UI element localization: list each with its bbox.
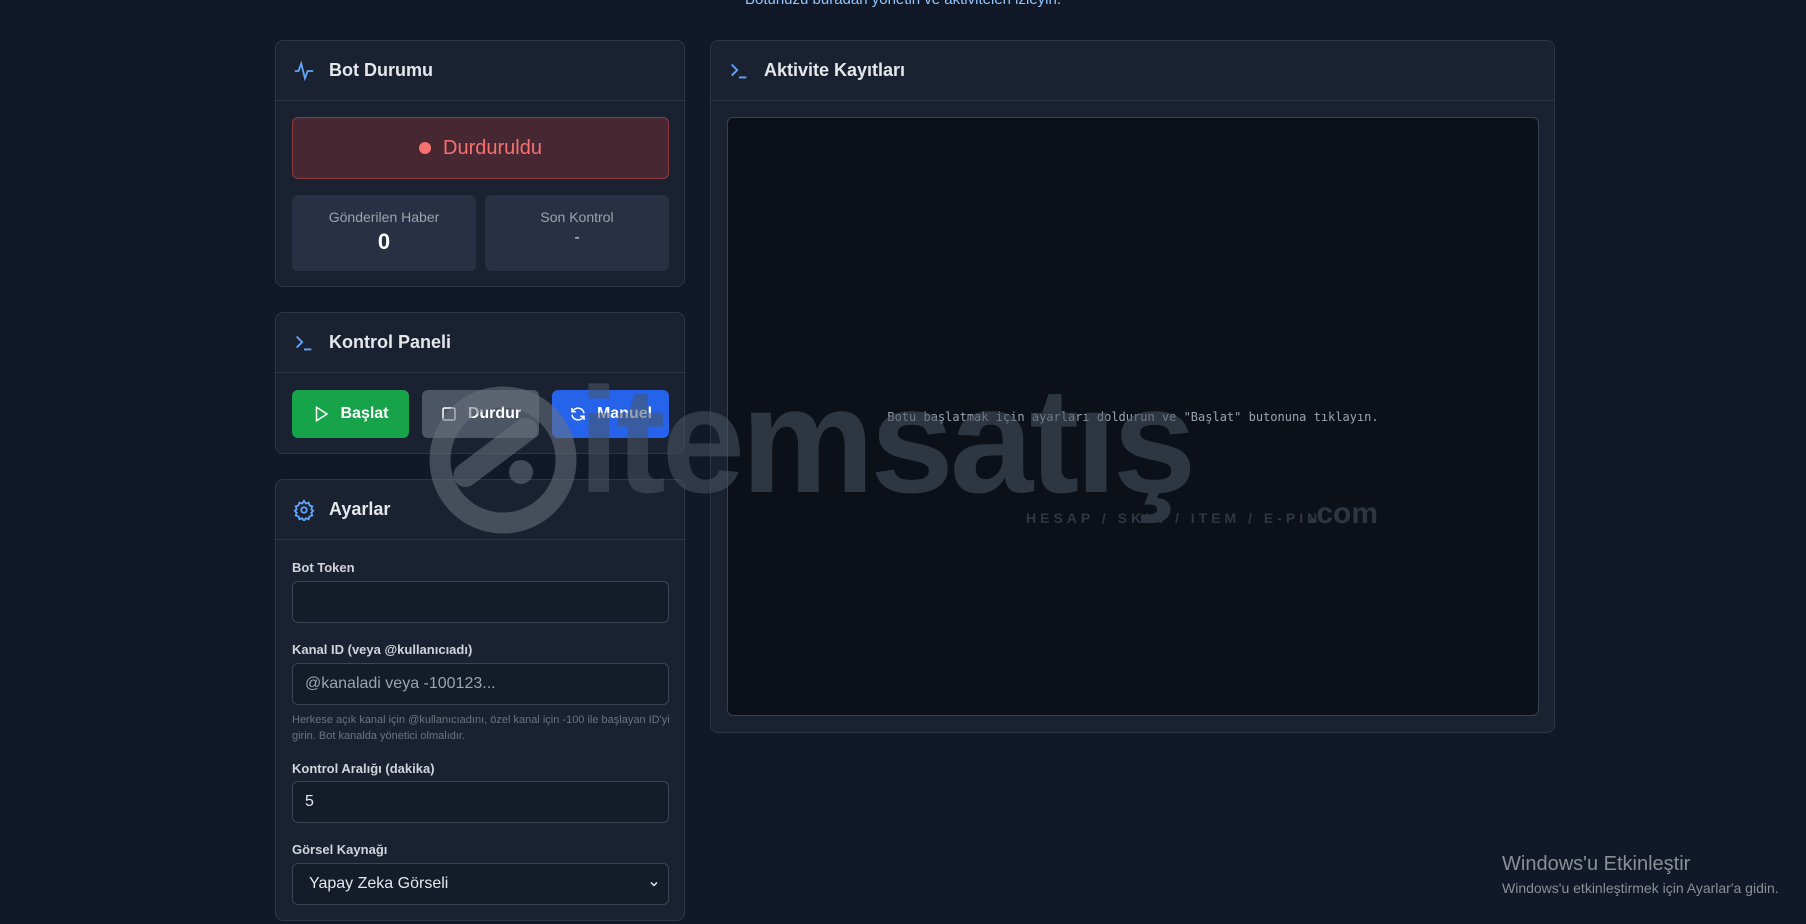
channel-id-label: Kanal ID (veya @kullanıcıadı)	[292, 642, 473, 657]
bot-status-card: Bot Durumu Durduruldu Gönderilen Haber 0 …	[275, 40, 685, 287]
control-panel-card: Kontrol Paneli Başlat Durdur Manuel	[275, 312, 685, 454]
log-empty-message: Botu başlatmak için ayarları doldurun ve…	[887, 409, 1379, 424]
card-title: Ayarlar	[329, 499, 391, 519]
image-source-label: Görsel Kaynağı	[292, 842, 388, 857]
card-title: Kontrol Paneli	[329, 332, 452, 352]
start-button[interactable]: Başlat	[292, 390, 409, 438]
log-output[interactable]: Botu başlatmak için ayarları doldurun ve…	[727, 117, 1539, 716]
refresh-icon	[571, 407, 585, 421]
stat-label: Gönderilen Haber	[328, 209, 440, 225]
settings-icon	[293, 498, 315, 521]
interval-input[interactable]	[292, 781, 669, 823]
selected-option: Yapay Zeka Görseli	[309, 875, 449, 892]
status-badge: Durduruldu	[292, 117, 669, 179]
channel-id-input[interactable]	[292, 663, 669, 705]
manual-button[interactable]: Manuel	[552, 390, 669, 438]
chevron-down-icon	[650, 881, 658, 887]
status-text: Durduruldu	[443, 136, 542, 159]
stat-value: 0	[377, 229, 391, 254]
card-title: Bot Durumu	[329, 60, 433, 80]
stat-value: -	[574, 229, 580, 246]
card-header: Kontrol Paneli	[276, 313, 684, 373]
stat-last-check: Son Kontrol -	[485, 195, 669, 271]
stop-button[interactable]: Durdur	[422, 390, 539, 438]
activity-icon	[294, 60, 314, 81]
terminal-icon	[731, 63, 747, 78]
terminal-icon	[296, 335, 312, 350]
card-header: Aktivite Kayıtları	[711, 41, 1554, 101]
card-title: Aktivite Kayıtları	[764, 60, 906, 80]
play-icon	[316, 405, 329, 423]
stat-label: Son Kontrol	[540, 209, 614, 225]
interval-label: Kontrol Aralığı (dakika)	[292, 761, 435, 776]
square-icon	[442, 407, 456, 421]
page-subtitle: Botunuzu buradan yönetin ve aktiviteleri…	[0, 0, 1806, 8]
card-header: Ayarlar	[276, 480, 684, 540]
bot-token-input[interactable]	[292, 581, 669, 623]
image-source-select[interactable]: Yapay Zeka Görseli	[292, 863, 669, 905]
stat-sent-news: Gönderilen Haber 0	[292, 195, 476, 271]
card-header: Bot Durumu	[276, 41, 684, 101]
channel-help-text: Herkese açık kanal için @kullanıcıadını,…	[292, 714, 670, 742]
windows-activation-subtitle: Windows'u etkinleştirmek için Ayarlar'a …	[1502, 880, 1779, 896]
bot-token-label: Bot Token	[292, 560, 355, 575]
activity-log-card: Aktivite Kayıtları Botu başlatmak için a…	[710, 40, 1555, 733]
status-dot-icon	[419, 142, 432, 154]
settings-card: Ayarlar Bot Token Kanal ID (veya @kullan…	[275, 479, 685, 921]
windows-activation-title: Windows'u Etkinleştir	[1502, 853, 1691, 875]
